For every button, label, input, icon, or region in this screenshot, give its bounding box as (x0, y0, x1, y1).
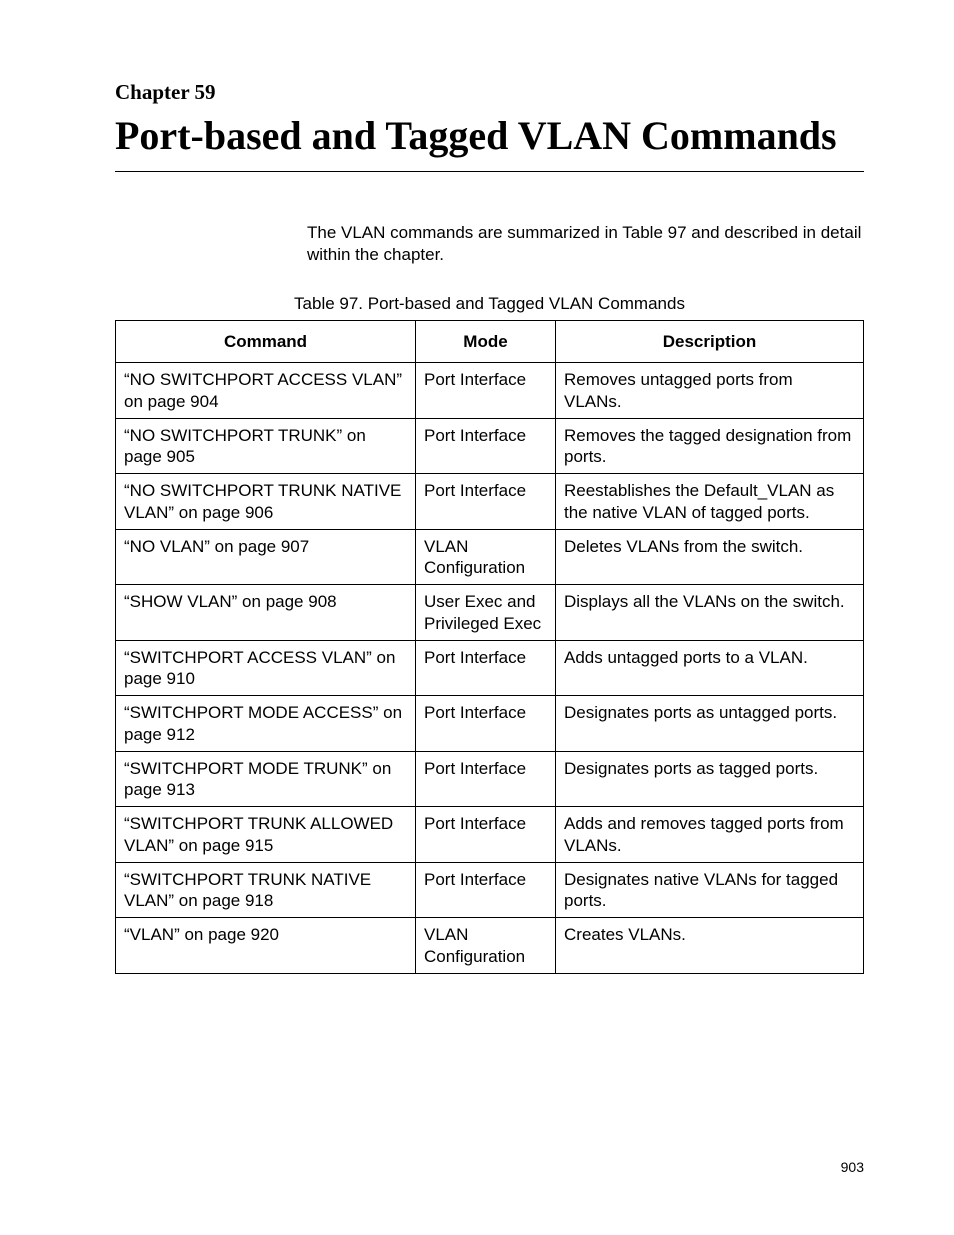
chapter-intro: The VLAN commands are summarized in Tabl… (307, 222, 864, 266)
chapter-label: Chapter 59 (115, 80, 864, 105)
table-row: “SWITCHPORT TRUNK NATIVE VLAN” on page 9… (116, 862, 864, 918)
table-row: “SWITCHPORT TRUNK ALLOWED VLAN” on page … (116, 807, 864, 863)
cell-command: “SHOW VLAN” on page 908 (116, 585, 416, 641)
table-row: “SHOW VLAN” on page 908 User Exec and Pr… (116, 585, 864, 641)
cell-description: Removes the tagged designation from port… (556, 418, 864, 474)
commands-table: Command Mode Description “NO SWITCHPORT … (115, 320, 864, 974)
cell-description: Reestablishes the Default_VLAN as the na… (556, 474, 864, 530)
cell-description: Adds untagged ports to a VLAN. (556, 640, 864, 696)
table-row: “SWITCHPORT MODE TRUNK” on page 913 Port… (116, 751, 864, 807)
table-header-command: Command (116, 321, 416, 363)
page-number: 903 (841, 1159, 864, 1175)
cell-mode: Port Interface (416, 751, 556, 807)
table-header-row: Command Mode Description (116, 321, 864, 363)
table-row: “NO VLAN” on page 907 VLAN Configuration… (116, 529, 864, 585)
cell-description: Designates native VLANs for tagged ports… (556, 862, 864, 918)
cell-command: “NO SWITCHPORT TRUNK NATIVE VLAN” on pag… (116, 474, 416, 530)
cell-mode: Port Interface (416, 640, 556, 696)
cell-mode: VLAN Configuration (416, 529, 556, 585)
cell-description: Creates VLANs. (556, 918, 864, 974)
cell-mode: Port Interface (416, 696, 556, 752)
table-row: “NO SWITCHPORT TRUNK NATIVE VLAN” on pag… (116, 474, 864, 530)
cell-command: “SWITCHPORT MODE ACCESS” on page 912 (116, 696, 416, 752)
cell-mode: Port Interface (416, 418, 556, 474)
table-caption: Table 97. Port-based and Tagged VLAN Com… (115, 294, 864, 314)
cell-mode: Port Interface (416, 363, 556, 419)
title-rule (115, 171, 864, 172)
cell-description: Deletes VLANs from the switch. (556, 529, 864, 585)
cell-command: “SWITCHPORT TRUNK ALLOWED VLAN” on page … (116, 807, 416, 863)
cell-command: “SWITCHPORT ACCESS VLAN” on page 910 (116, 640, 416, 696)
cell-command: “NO SWITCHPORT TRUNK” on page 905 (116, 418, 416, 474)
table-row: “SWITCHPORT ACCESS VLAN” on page 910 Por… (116, 640, 864, 696)
table-row: “NO SWITCHPORT ACCESS VLAN” on page 904 … (116, 363, 864, 419)
cell-command: “NO VLAN” on page 907 (116, 529, 416, 585)
table-header-description: Description (556, 321, 864, 363)
cell-description: Adds and removes tagged ports from VLANs… (556, 807, 864, 863)
cell-command: “NO SWITCHPORT ACCESS VLAN” on page 904 (116, 363, 416, 419)
table-row: “SWITCHPORT MODE ACCESS” on page 912 Por… (116, 696, 864, 752)
cell-mode: Port Interface (416, 807, 556, 863)
cell-description: Displays all the VLANs on the switch. (556, 585, 864, 641)
cell-mode: Port Interface (416, 862, 556, 918)
cell-description: Designates ports as tagged ports. (556, 751, 864, 807)
table-row: “NO SWITCHPORT TRUNK” on page 905 Port I… (116, 418, 864, 474)
chapter-title: Port-based and Tagged VLAN Commands (115, 111, 864, 161)
cell-description: Removes untagged ports from VLANs. (556, 363, 864, 419)
page: Chapter 59 Port-based and Tagged VLAN Co… (0, 0, 954, 1235)
table-row: “VLAN” on page 920 VLAN Configuration Cr… (116, 918, 864, 974)
cell-command: “SWITCHPORT TRUNK NATIVE VLAN” on page 9… (116, 862, 416, 918)
table-header-mode: Mode (416, 321, 556, 363)
cell-command: “VLAN” on page 920 (116, 918, 416, 974)
cell-description: Designates ports as untagged ports. (556, 696, 864, 752)
cell-mode: User Exec and Privileged Exec (416, 585, 556, 641)
cell-mode: Port Interface (416, 474, 556, 530)
cell-command: “SWITCHPORT MODE TRUNK” on page 913 (116, 751, 416, 807)
cell-mode: VLAN Configuration (416, 918, 556, 974)
